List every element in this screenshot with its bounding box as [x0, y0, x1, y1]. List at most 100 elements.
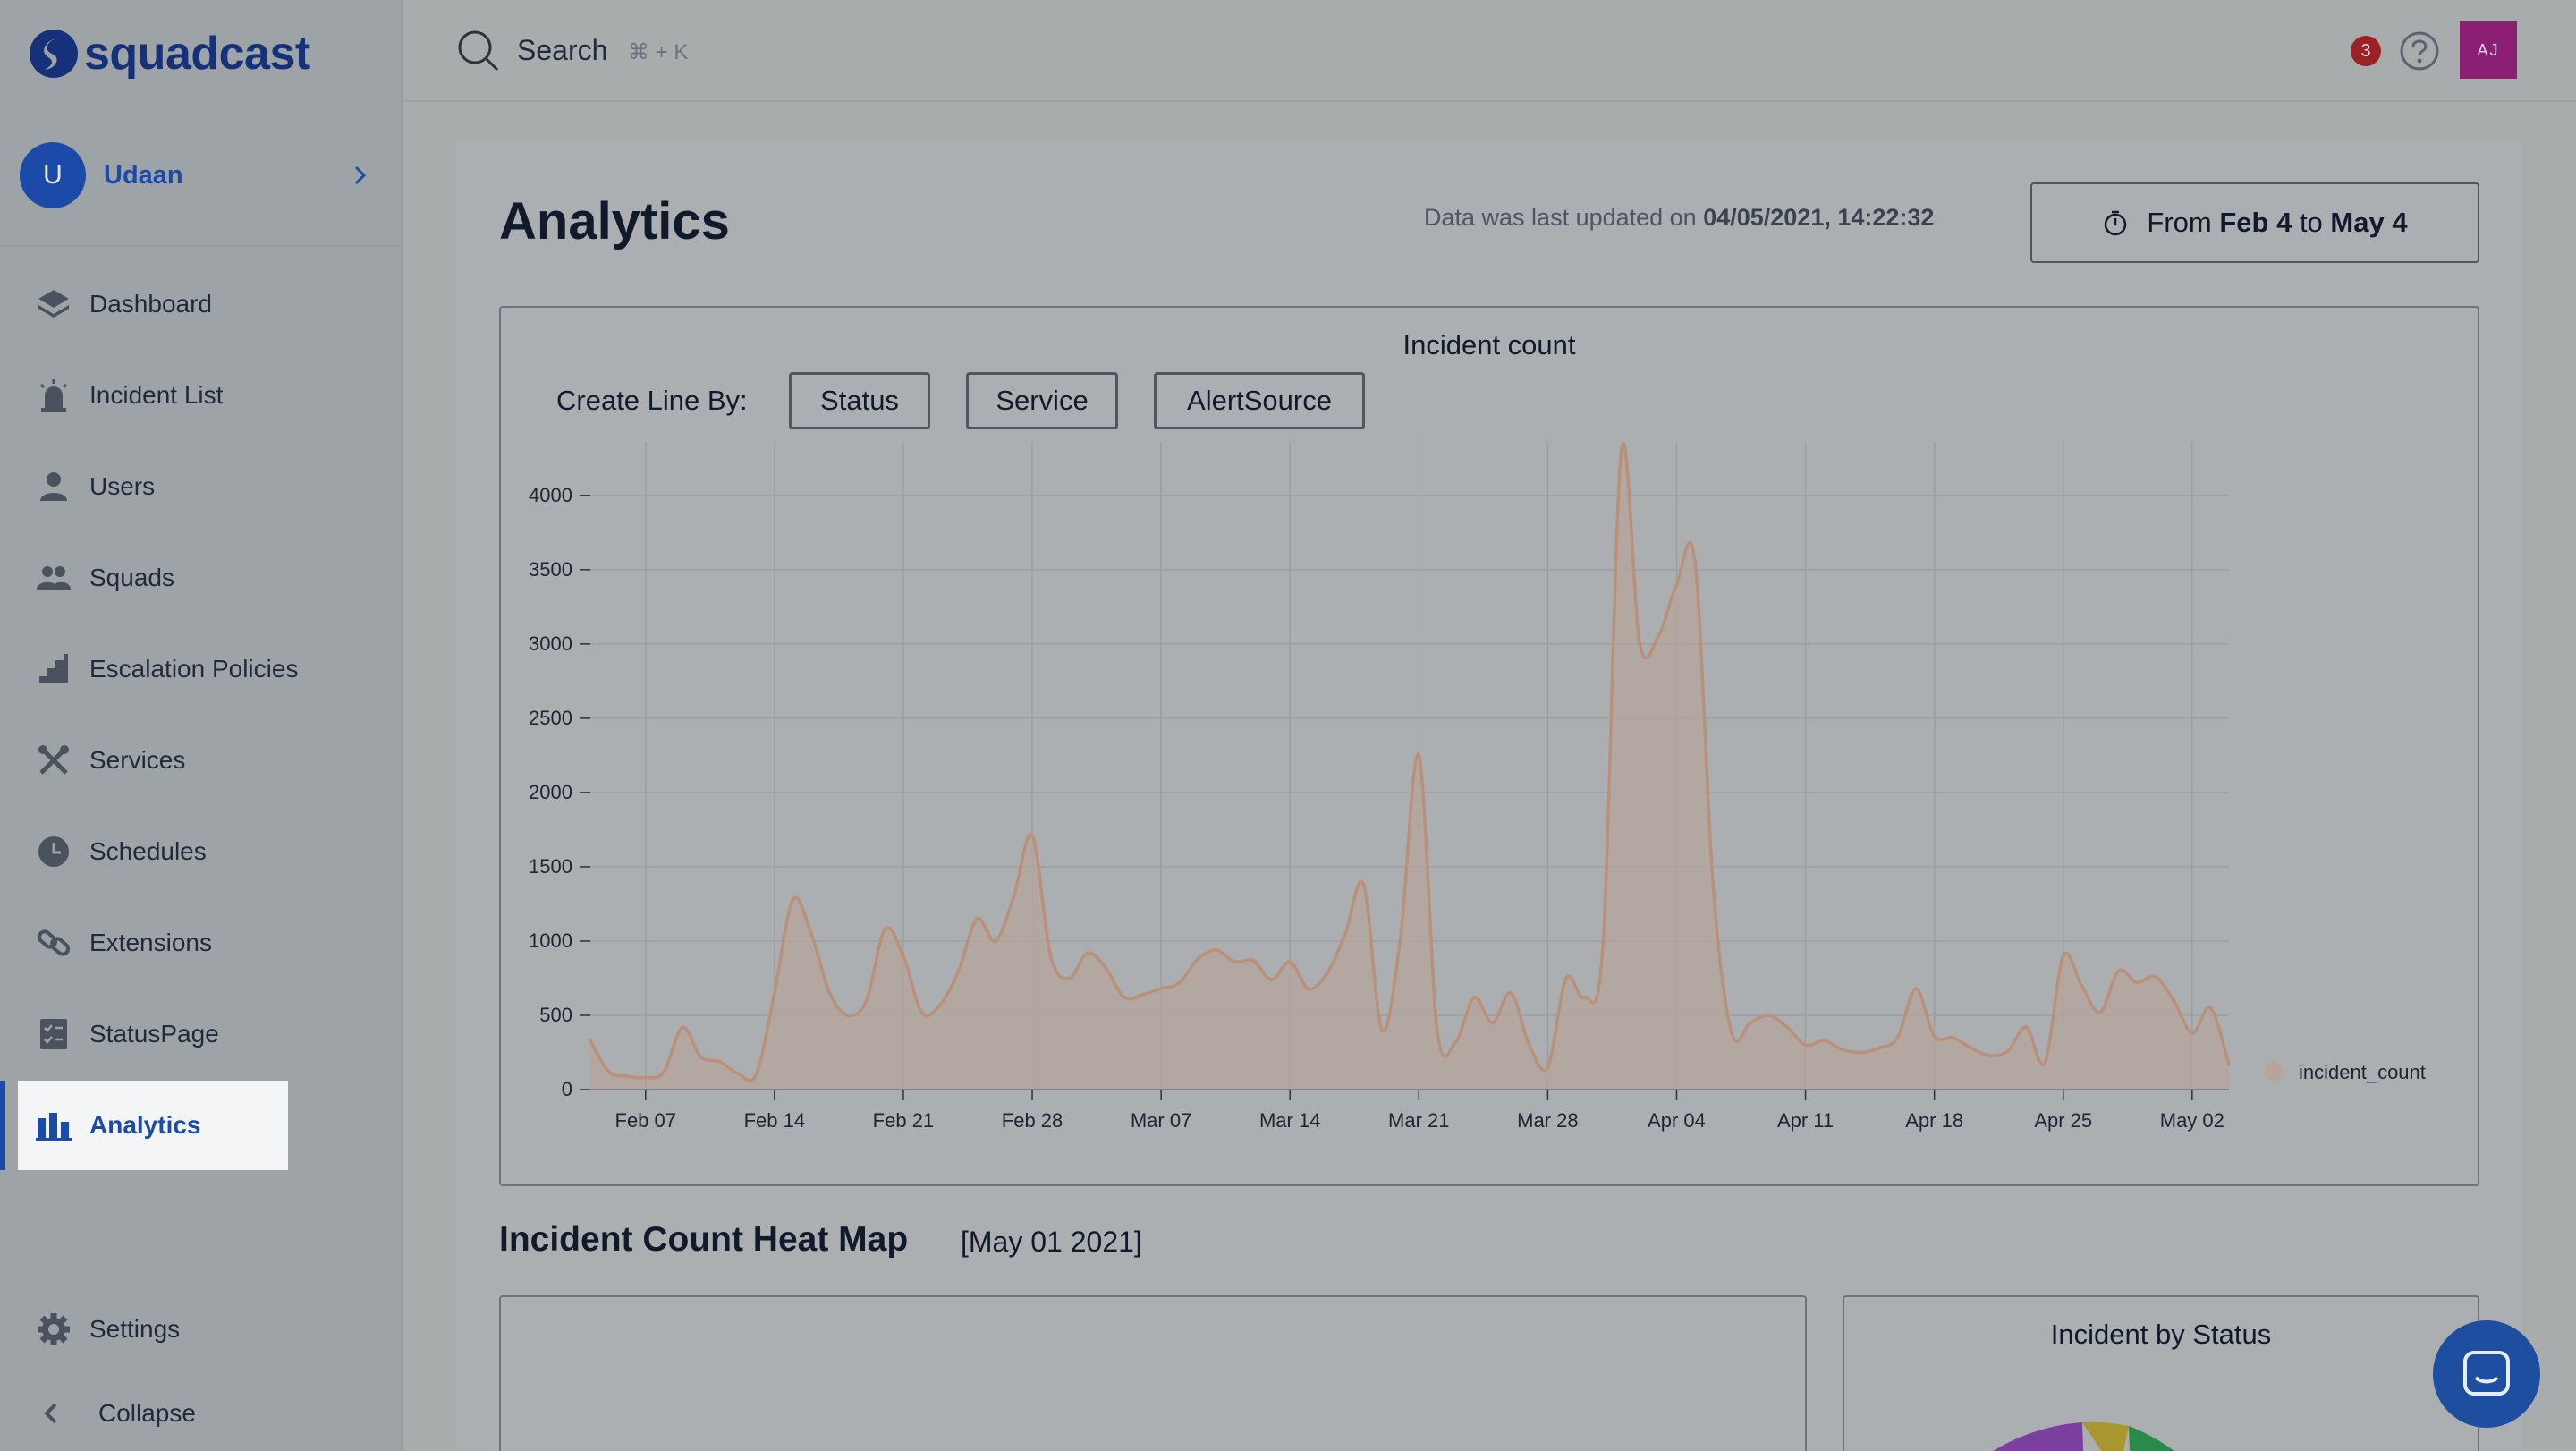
y-tick-label: 2000	[529, 781, 572, 803]
data-point	[1563, 976, 1568, 980]
sidebar-item-dashboard[interactable]: Dashboard	[0, 259, 402, 349]
data-point	[1619, 449, 1623, 453]
x-tick-label: Apr 11	[1777, 1109, 1834, 1132]
data-point	[1030, 834, 1035, 838]
y-tick-label: 3000	[529, 632, 572, 655]
range-from: Feb 4	[2219, 207, 2292, 238]
bar-chart-icon	[36, 1107, 72, 1143]
data-point	[1748, 1021, 1752, 1025]
data-point	[699, 1055, 703, 1059]
data-point	[2227, 1062, 2231, 1066]
data-point	[1895, 1035, 1900, 1039]
data-point	[2061, 954, 2065, 958]
data-point	[680, 1025, 684, 1030]
chat-launcher-button[interactable]	[2433, 1320, 2540, 1428]
stopwatch-icon	[2105, 210, 2127, 236]
chat-icon	[2463, 1351, 2510, 1396]
sidebar-item-label: Analytics	[89, 1111, 201, 1139]
legend-label: incident_count	[2299, 1061, 2426, 1083]
line-by-alertsource-button[interactable]: AlertSource	[1154, 372, 1365, 429]
search-input[interactable]: Search	[517, 34, 607, 67]
sidebar-item-schedules[interactable]: Schedules	[0, 807, 402, 896]
sidebar-item-squads[interactable]: Squads	[0, 533, 402, 623]
x-tick-label: Apr 04	[1648, 1109, 1706, 1132]
x-tick-label: Mar 14	[1259, 1109, 1320, 1132]
data-point	[1527, 1043, 1531, 1048]
collapse-label: Collapse	[98, 1399, 196, 1427]
data-point	[1472, 996, 1477, 1000]
data-point	[1233, 960, 1237, 964]
chart-title: Incident count	[1402, 329, 1576, 361]
data-point	[606, 1070, 611, 1074]
org-name: Udaan	[104, 160, 183, 190]
data-point	[625, 1074, 630, 1079]
data-point	[1509, 991, 1513, 996]
date-range-button[interactable]: From Feb 4 to May 4	[2030, 182, 2479, 263]
checklist-icon	[36, 1016, 72, 1052]
data-point	[1453, 1039, 1458, 1044]
sidebar-item-services[interactable]: Services	[0, 716, 402, 805]
sidebar-collapse[interactable]: Collapse	[0, 1369, 402, 1451]
gear-icon	[36, 1311, 72, 1347]
sidebar-item-extensions[interactable]: Extensions	[0, 898, 402, 988]
data-point	[1122, 996, 1126, 1000]
legend-swatch	[2264, 1062, 2284, 1082]
data-point	[2172, 998, 2176, 1003]
stairs-icon	[36, 651, 72, 687]
sidebar-item-label: Incident List	[89, 381, 224, 409]
data-point	[993, 938, 997, 943]
data-point	[1674, 582, 1679, 587]
data-point	[2208, 1006, 2213, 1010]
heatmap-title: Incident Count Heat Map	[499, 1220, 909, 1259]
link-icon	[36, 925, 72, 961]
y-tick-label: 0	[562, 1078, 572, 1100]
org-switcher[interactable]: U Udaan	[20, 141, 377, 209]
data-point	[1656, 634, 1660, 639]
data-point	[975, 917, 979, 921]
data-point	[1269, 978, 1274, 982]
line-by-label: Create Line By:	[556, 385, 748, 416]
data-point	[919, 1010, 924, 1014]
heatmap-date: [May 01 2021]	[961, 1226, 1142, 1258]
donut-slice-green	[2129, 1426, 2174, 1451]
incident-count-card: 0 500 1000 1500 2000 2500 3000 3500 4000 Feb 07 Fe…	[499, 306, 2479, 1186]
user-icon	[36, 469, 72, 505]
sidebar-item-users[interactable]: Users	[0, 442, 402, 531]
sidebar-item-settings[interactable]: Settings	[0, 1285, 402, 1374]
brand-logo[interactable]: squadcast	[27, 27, 310, 81]
brand-name: squadcast	[84, 28, 310, 80]
data-point	[938, 1003, 943, 1007]
incident-by-status-card: Incident by Status	[1843, 1295, 2479, 1451]
line-by-service-button[interactable]: Service	[966, 372, 1118, 429]
sidebar-item-label: Dashboard	[89, 290, 212, 318]
data-point	[2024, 1025, 2029, 1030]
sidebar-item-analytics[interactable]: Analytics	[18, 1081, 288, 1170]
data-point	[901, 954, 905, 958]
top-bar: Search ⌘ + K 3 AJ	[404, 0, 2576, 102]
status-chart-title: Incident by Status	[2050, 1319, 2272, 1350]
y-tick-label: 4000	[529, 484, 572, 506]
sidebar-item-escalation-policies[interactable]: Escalation Policies	[0, 624, 402, 714]
y-tick-label: 1500	[529, 855, 572, 878]
sidebar-item-label: StatusPage	[89, 1020, 219, 1048]
line-by-status-button[interactable]: Status	[789, 372, 930, 429]
data-point	[1693, 560, 1698, 564]
sidebar-item-incident-list[interactable]: Incident List	[0, 351, 402, 440]
data-point	[1932, 1034, 1936, 1039]
notification-badge[interactable]: 3	[2351, 36, 2381, 66]
active-indicator	[0, 1081, 5, 1170]
data-point	[1398, 936, 1402, 940]
data-point	[2080, 983, 2084, 988]
chevron-right-icon	[354, 165, 367, 185]
data-point	[846, 1013, 851, 1017]
data-point	[1435, 1028, 1439, 1032]
data-point	[717, 1059, 722, 1064]
sidebar-item-statuspage[interactable]: StatusPage	[0, 989, 402, 1079]
data-point	[772, 991, 776, 996]
user-avatar[interactable]: AJ	[2460, 21, 2517, 79]
search-icon[interactable]	[456, 29, 501, 73]
help-icon[interactable]	[2399, 30, 2440, 72]
last-updated-text: Data was last updated on 04/05/2021, 14:…	[1424, 204, 1934, 232]
data-point	[1380, 1028, 1385, 1032]
data-point	[1582, 996, 1587, 1000]
